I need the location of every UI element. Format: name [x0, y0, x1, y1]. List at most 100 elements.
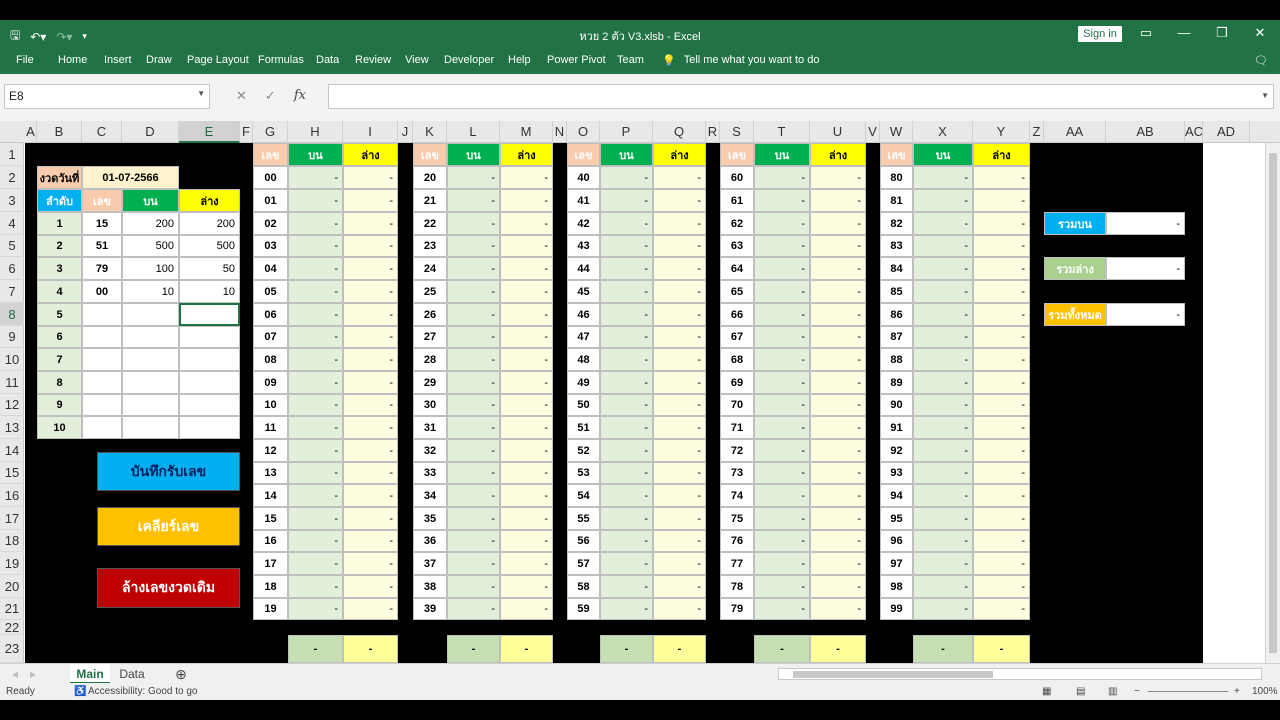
block-bottom-total[interactable]: -: [810, 507, 866, 530]
block-number[interactable]: 89: [880, 371, 913, 394]
tab-view[interactable]: View: [405, 54, 429, 66]
block-top-total[interactable]: -: [447, 598, 500, 620]
block-bottom-total[interactable]: -: [653, 507, 706, 530]
draw-date-value[interactable]: 01-07-2566: [82, 166, 179, 189]
block-number[interactable]: 21: [413, 189, 447, 212]
block-top-total[interactable]: -: [600, 371, 653, 394]
block-number[interactable]: 33: [413, 462, 447, 484]
block-number[interactable]: 32: [413, 439, 447, 462]
block-bottom-total[interactable]: -: [343, 235, 398, 257]
block-number[interactable]: 28: [413, 348, 447, 371]
column-header-ad[interactable]: AD: [1203, 121, 1250, 143]
block-number[interactable]: 98: [880, 575, 913, 598]
row-header-19[interactable]: 19: [0, 552, 24, 575]
block-number[interactable]: 97: [880, 552, 913, 575]
row-header-14[interactable]: 14: [0, 439, 24, 462]
block-number[interactable]: 05: [253, 280, 288, 303]
block-number[interactable]: 17: [253, 552, 288, 575]
block-bottom-total[interactable]: -: [343, 552, 398, 575]
block-number[interactable]: 11: [253, 416, 288, 439]
block-number[interactable]: 95: [880, 507, 913, 530]
block-number[interactable]: 68: [720, 348, 754, 371]
tab-formulas[interactable]: Formulas: [258, 54, 304, 66]
block-number[interactable]: 31: [413, 416, 447, 439]
block-bottom-total[interactable]: -: [653, 575, 706, 598]
column-header-t[interactable]: T: [754, 121, 810, 143]
block-number[interactable]: 43: [567, 235, 600, 257]
hscroll-thumb[interactable]: [793, 671, 993, 678]
block-top-total[interactable]: -: [288, 303, 343, 326]
block-number[interactable]: 49: [567, 371, 600, 394]
block-bottom-total[interactable]: -: [653, 394, 706, 416]
input-row-bottom[interactable]: 500: [179, 235, 240, 257]
row-header-11[interactable]: 11: [0, 371, 24, 394]
tab-team[interactable]: Team: [617, 54, 644, 66]
sheet-tab-main[interactable]: Main: [70, 664, 110, 684]
block-bottom-total[interactable]: -: [810, 416, 866, 439]
block-top-total[interactable]: -: [288, 394, 343, 416]
block-top-total[interactable]: -: [447, 371, 500, 394]
block-top-total[interactable]: -: [600, 439, 653, 462]
block-bottom-total[interactable]: -: [973, 280, 1030, 303]
block-bottom-total[interactable]: -: [653, 235, 706, 257]
block-bottom-total[interactable]: -: [500, 462, 553, 484]
block-top-total[interactable]: -: [754, 280, 810, 303]
row-header-1[interactable]: 1: [0, 143, 24, 166]
input-row-number[interactable]: 79: [82, 257, 122, 280]
block-number[interactable]: 65: [720, 280, 754, 303]
expand-formula-icon[interactable]: ▼: [1261, 91, 1269, 100]
block-top-total[interactable]: -: [754, 439, 810, 462]
block-number[interactable]: 03: [253, 235, 288, 257]
zoom-in-icon[interactable]: +: [1234, 686, 1240, 697]
block-number[interactable]: 87: [880, 326, 913, 348]
block-number[interactable]: 06: [253, 303, 288, 326]
block-number[interactable]: 57: [567, 552, 600, 575]
page-break-view-icon[interactable]: ▥: [1108, 686, 1117, 697]
block-number[interactable]: 27: [413, 326, 447, 348]
block-top-total[interactable]: -: [754, 212, 810, 235]
row-header-4[interactable]: 4: [0, 212, 24, 235]
block-bottom-total[interactable]: -: [810, 530, 866, 552]
row-header-7[interactable]: 7: [0, 280, 24, 303]
tab-page-layout[interactable]: Page Layout: [187, 54, 249, 66]
column-header-p[interactable]: P: [600, 121, 653, 143]
block-bottom-total[interactable]: -: [653, 189, 706, 212]
input-row-number[interactable]: 00: [82, 280, 122, 303]
block-bottom-total[interactable]: -: [500, 348, 553, 371]
block-bottom-total[interactable]: -: [343, 439, 398, 462]
block-bottom-total[interactable]: -: [810, 439, 866, 462]
block-number[interactable]: 26: [413, 303, 447, 326]
vertical-scrollbar[interactable]: [1265, 143, 1280, 683]
scroll-right-icon[interactable]: ▸: [26, 664, 40, 684]
block-top-total[interactable]: -: [600, 257, 653, 280]
block-number[interactable]: 30: [413, 394, 447, 416]
block-top-total[interactable]: -: [913, 530, 973, 552]
tell-me-box[interactable]: 💡 Tell me what you want to do: [662, 54, 819, 67]
block-bottom-total[interactable]: -: [810, 189, 866, 212]
block-header-top[interactable]: บน: [600, 143, 653, 166]
block-number[interactable]: 77: [720, 552, 754, 575]
formula-input[interactable]: ▼: [328, 84, 1274, 109]
column-header-c[interactable]: C: [82, 121, 122, 143]
input-row-no[interactable]: 9: [37, 394, 82, 416]
block-number[interactable]: 53: [567, 462, 600, 484]
input-row-number[interactable]: [82, 303, 122, 326]
minimize-icon[interactable]: —: [1174, 25, 1194, 40]
column-header-aa[interactable]: AA: [1044, 121, 1106, 143]
block-bottom-total[interactable]: -: [810, 257, 866, 280]
block-number[interactable]: 51: [567, 416, 600, 439]
block-number[interactable]: 16: [253, 530, 288, 552]
block-header-number[interactable]: เลข: [413, 143, 447, 166]
block-bottom-total[interactable]: -: [500, 530, 553, 552]
block-number[interactable]: 29: [413, 371, 447, 394]
block-number[interactable]: 34: [413, 484, 447, 507]
block-bottom-total[interactable]: -: [810, 303, 866, 326]
block-top-total[interactable]: -: [913, 257, 973, 280]
scroll-thumb[interactable]: [1269, 153, 1277, 653]
block-number[interactable]: 36: [413, 530, 447, 552]
block-bottom-total[interactable]: -: [973, 257, 1030, 280]
block-top-total[interactable]: -: [447, 257, 500, 280]
block-number[interactable]: 62: [720, 212, 754, 235]
input-row-number[interactable]: [82, 394, 122, 416]
enter-icon[interactable]: ✓: [265, 88, 276, 104]
